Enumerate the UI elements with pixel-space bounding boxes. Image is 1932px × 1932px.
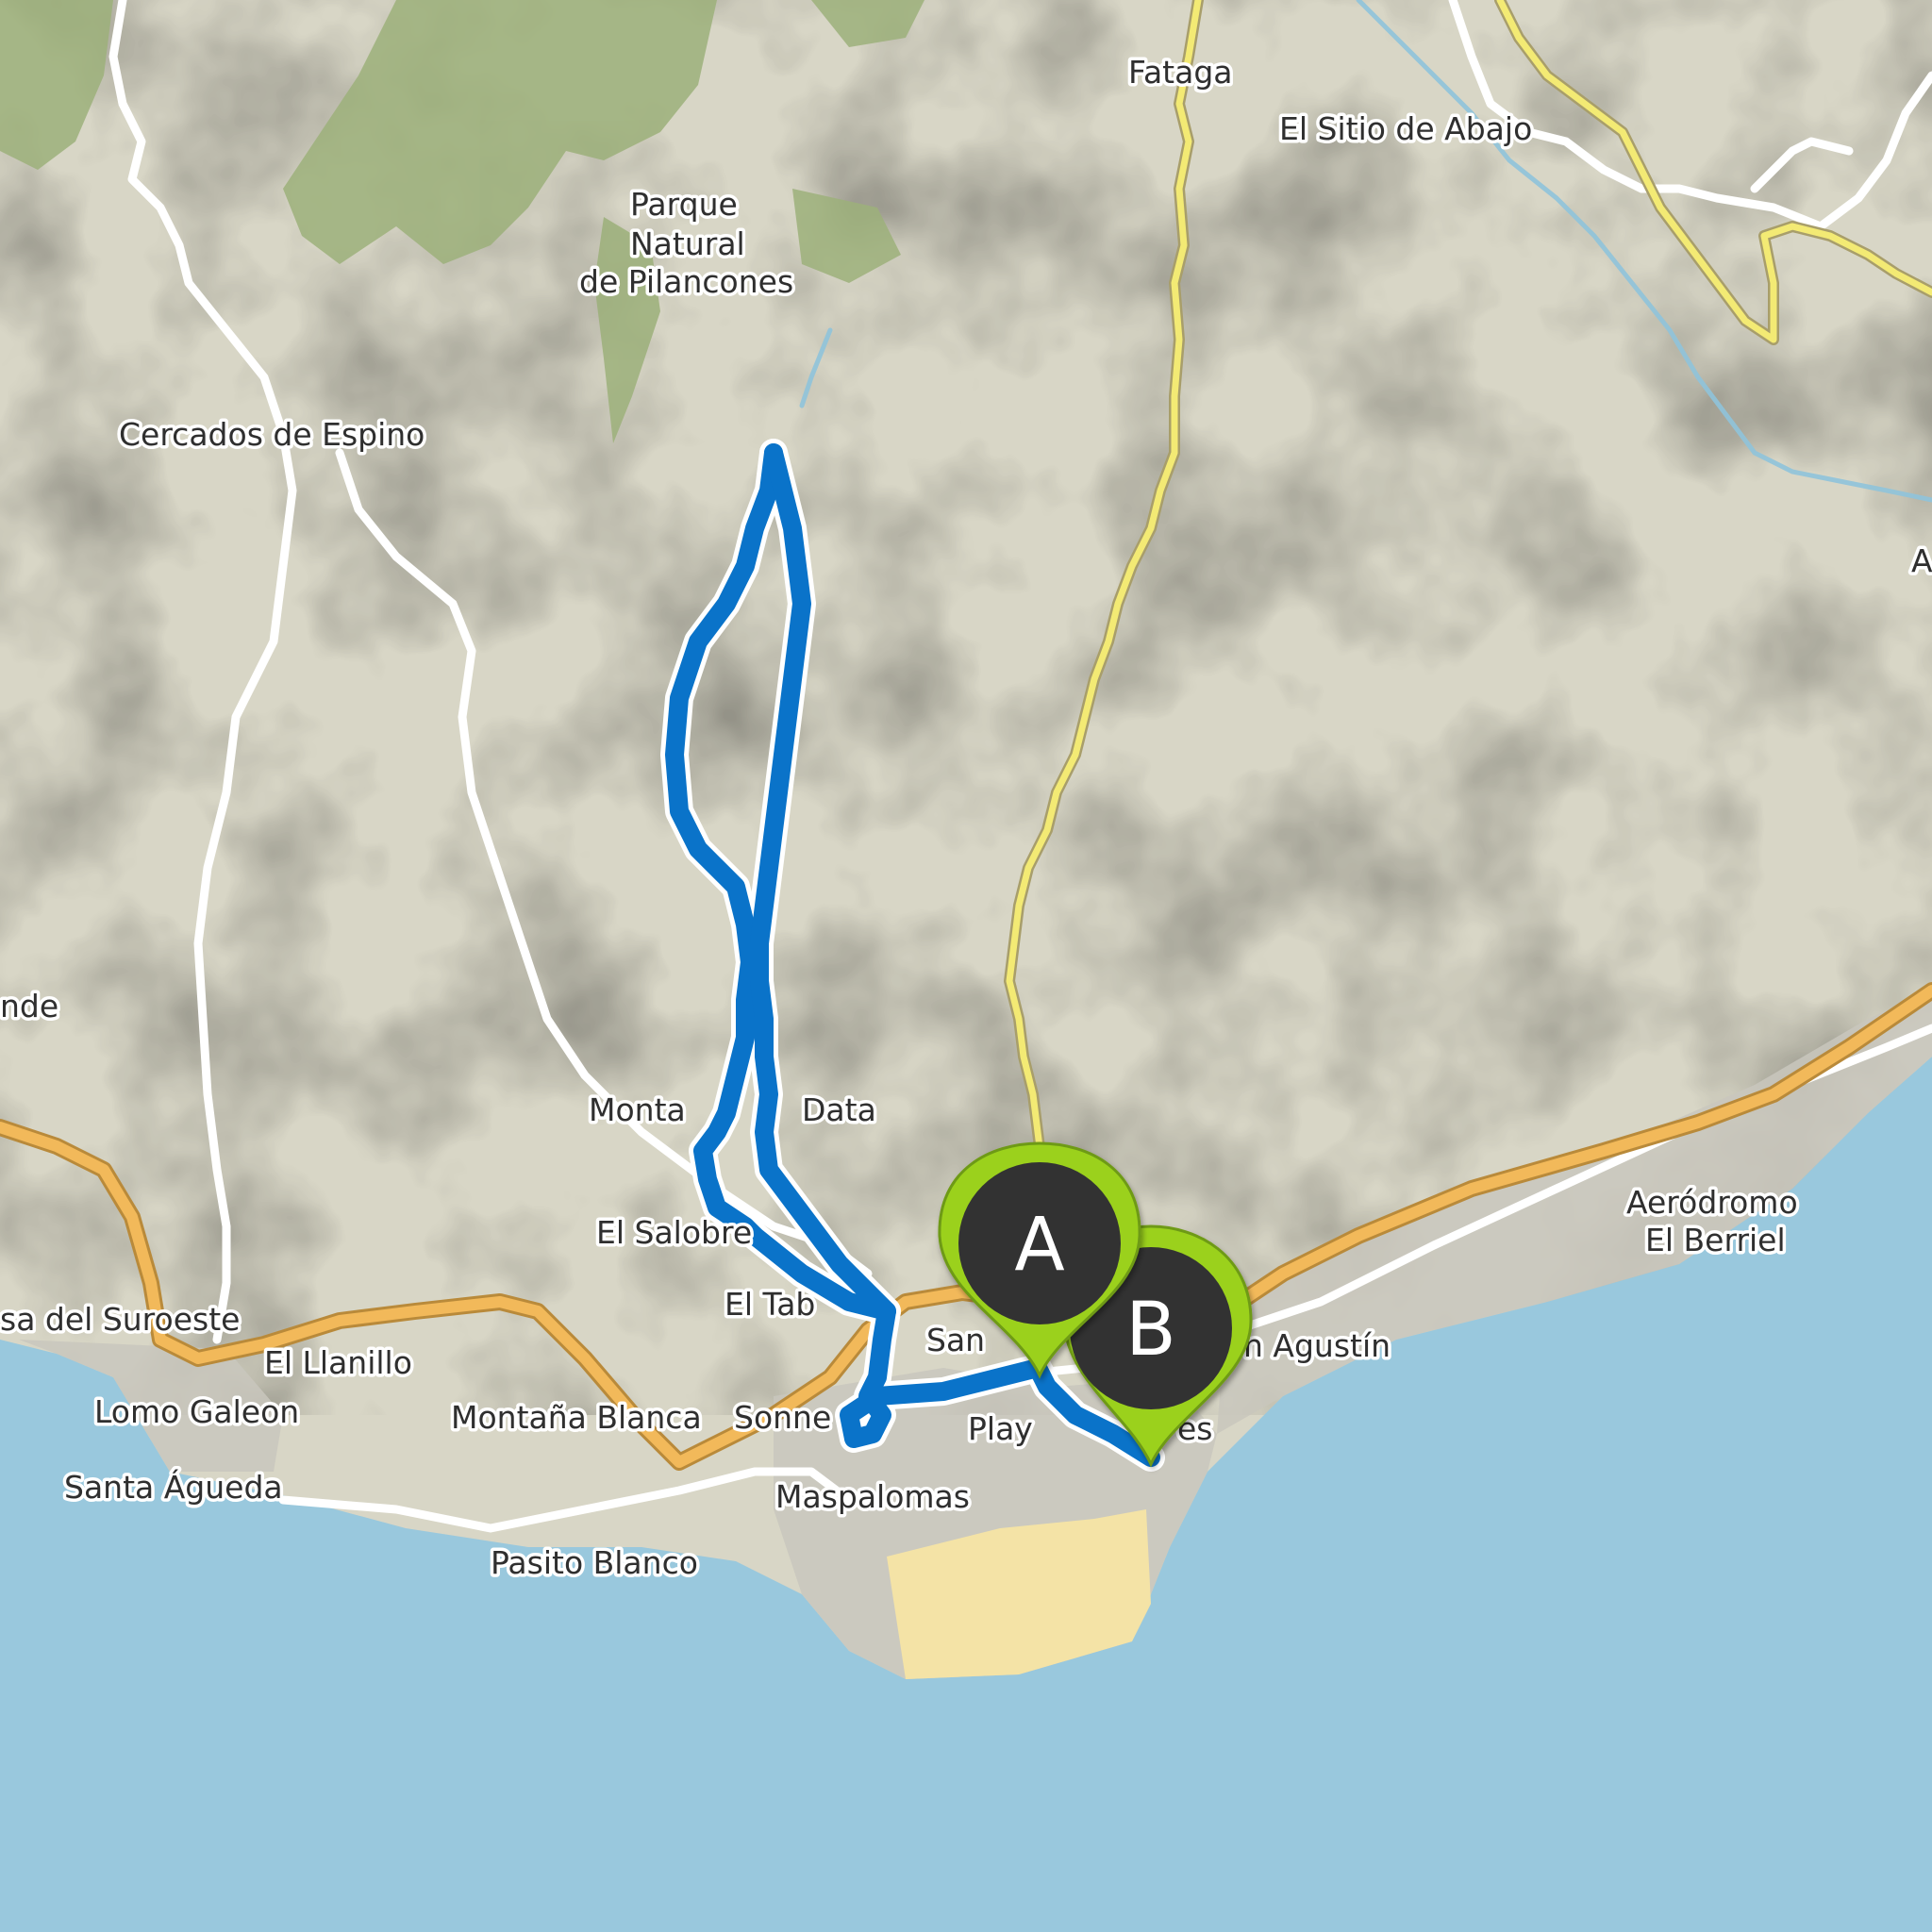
map-canvas[interactable]: Fataga El Sitio de Abajo Parque Natural … <box>0 0 1932 1932</box>
label-nde: nde <box>0 988 58 1024</box>
label-natural: Natural <box>630 225 745 262</box>
label-suroeste: sa del Suroeste <box>0 1301 240 1338</box>
label-edge-a: A <box>1911 542 1932 579</box>
label-de-pilancones: de Pilancones <box>579 263 793 300</box>
label-parque: Parque <box>630 186 738 223</box>
label-san-agustin: n Agustín <box>1243 1327 1391 1364</box>
label-el-berriel: El Berriel <box>1645 1222 1786 1258</box>
label-montana-data-left: Monta <box>589 1091 686 1128</box>
label-fataga: Fataga <box>1128 54 1233 91</box>
label-san: San <box>926 1322 985 1358</box>
end-marker-letter: B <box>1125 1288 1176 1373</box>
label-lomo-galeon: Lomo Galeon <box>94 1393 299 1430</box>
label-cercados-de-espino: Cercados de Espino <box>119 416 425 453</box>
map-view[interactable]: Fataga El Sitio de Abajo Parque Natural … <box>0 0 1932 1932</box>
label-montana-blanca: Montaña Blanca <box>451 1399 702 1436</box>
label-el-llanillo: El Llanillo <box>264 1344 412 1381</box>
label-santa-agueda: Santa Águeda <box>64 1468 283 1506</box>
start-marker-letter: A <box>1014 1203 1064 1288</box>
label-el-sitio-de-abajo: El Sitio de Abajo <box>1279 110 1532 147</box>
label-el-salobre: El Salobre <box>596 1214 752 1251</box>
label-el-tabl: El Tab <box>724 1286 815 1323</box>
label-playa: Play <box>968 1410 1033 1447</box>
label-montana-data-right: Data <box>802 1091 876 1128</box>
label-sonne: Sonne <box>734 1399 831 1436</box>
label-pasito-blanco: Pasito Blanco <box>491 1544 698 1581</box>
label-aerodromo: Aeródromo <box>1626 1184 1798 1221</box>
label-maspalomas: Maspalomas <box>775 1478 970 1515</box>
